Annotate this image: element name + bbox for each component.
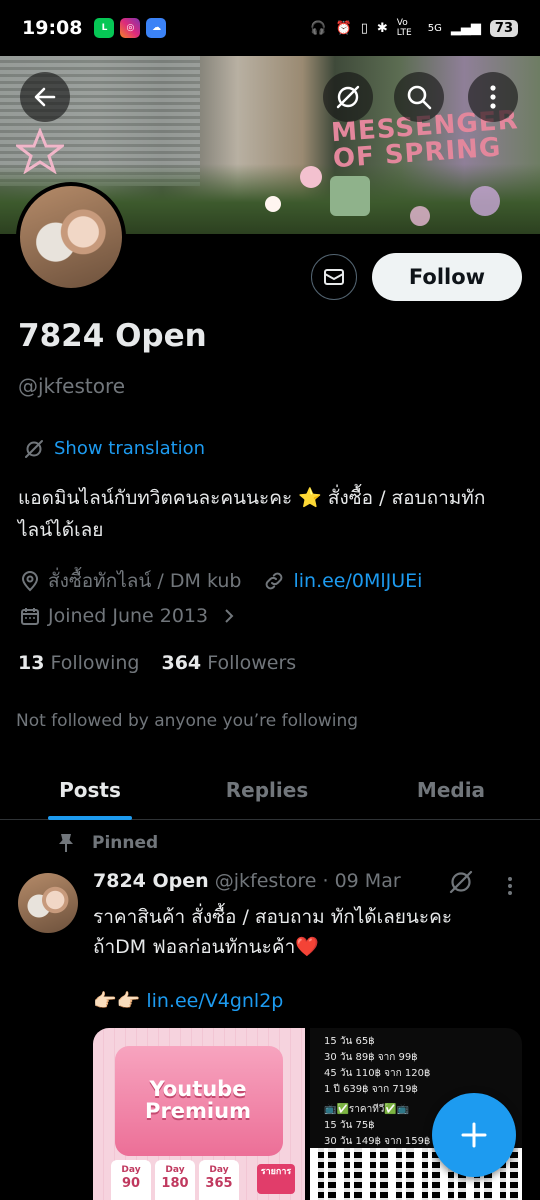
followers-count-link[interactable]: 364 Followers bbox=[161, 652, 296, 674]
envelope-icon bbox=[324, 269, 344, 285]
followers-count: 364 bbox=[161, 652, 202, 674]
profile-display-name: 7824 Open bbox=[18, 318, 207, 354]
status-app-icons: L ◎ ☁ bbox=[94, 18, 167, 38]
profile-handle: @jkfestore bbox=[18, 374, 126, 398]
post-link[interactable]: lin.ee/V4gnl2p bbox=[146, 990, 283, 1012]
following-label: Following bbox=[50, 652, 140, 674]
post-author-name[interactable]: 7824 Open bbox=[93, 870, 209, 892]
post-text: ราคาสินค้า สั่งซื้อ / สอบถาม ทักได้เลยนะ… bbox=[93, 902, 513, 962]
show-translation-link[interactable]: Show translation bbox=[24, 438, 205, 459]
more-vertical-icon bbox=[490, 85, 496, 109]
profile-joined-date: Joined June 2013 bbox=[48, 605, 209, 627]
status-time: 19:08 bbox=[22, 17, 83, 39]
plus-icon bbox=[461, 1122, 487, 1148]
search-icon bbox=[407, 85, 432, 110]
profile-tabs: Posts Replies Media bbox=[0, 760, 540, 820]
media-day-label: Day bbox=[209, 1165, 229, 1175]
post-separator: · bbox=[322, 870, 329, 892]
media-day-option: Day 180 bbox=[155, 1160, 195, 1200]
link-icon bbox=[266, 572, 283, 590]
post-more-icon[interactable] bbox=[507, 876, 513, 896]
line-app-icon: L bbox=[94, 18, 115, 38]
pricelist-line: 15 วัน 65฿ bbox=[324, 1036, 375, 1047]
alarm-icon: ⏰ bbox=[335, 20, 352, 36]
instagram-app-icon: ◎ bbox=[120, 18, 141, 38]
show-translation-label: Show translation bbox=[54, 438, 206, 459]
message-button[interactable] bbox=[311, 254, 357, 300]
media-day-label: Day bbox=[121, 1165, 141, 1175]
tab-replies[interactable]: Replies bbox=[222, 760, 312, 820]
media-day-option: Day 365 bbox=[199, 1160, 239, 1200]
not-followed-note: Not followed by anyone you’re following bbox=[16, 711, 359, 731]
volte-label: Vo LTE bbox=[396, 18, 412, 38]
profile-location: สั่งซื้อทักไลน์ / DM kub bbox=[48, 570, 242, 592]
pinned-label: Pinned bbox=[92, 833, 159, 853]
grok-button[interactable] bbox=[323, 72, 373, 122]
post-author-handle[interactable]: @jkfestore bbox=[215, 870, 317, 892]
vibrate-icon: ▯ bbox=[360, 20, 368, 36]
location-pin-icon bbox=[21, 571, 39, 592]
star-doodle-icon bbox=[16, 128, 64, 174]
post-date[interactable]: 09 Mar bbox=[335, 870, 401, 892]
tab-media[interactable]: Media bbox=[408, 760, 494, 820]
profile-avatar[interactable] bbox=[16, 182, 126, 292]
grok-icon[interactable] bbox=[448, 869, 474, 895]
calendar-icon bbox=[21, 608, 39, 625]
tab-posts[interactable]: Posts bbox=[48, 760, 132, 820]
media-day-label: Day bbox=[165, 1165, 185, 1175]
banner-flower bbox=[470, 186, 500, 216]
banner-flower bbox=[265, 196, 281, 212]
followers-label: Followers bbox=[207, 652, 297, 674]
media-day-options: Day 90 Day 180 Day 365 bbox=[111, 1160, 239, 1200]
follow-button[interactable]: Follow bbox=[372, 253, 522, 301]
post-text-line: ราคาสินค้า สั่งซื้อ / สอบถาม ทักได้เลยนะ… bbox=[93, 906, 453, 928]
post-link-row: 👉🏻👉🏻 lin.ee/V4gnl2p bbox=[93, 989, 283, 1013]
arrow-left-icon bbox=[34, 87, 56, 107]
back-button[interactable] bbox=[20, 72, 70, 122]
banner-flower bbox=[300, 166, 322, 188]
status-bar: 19:08 L ◎ ☁ 🎧 ⏰ ▯ ✱ Vo LTE 5G ▂▄▆ 73 bbox=[0, 0, 540, 56]
compose-button[interactable] bbox=[432, 1093, 516, 1177]
banner-flower bbox=[410, 206, 430, 226]
post-text-line: ถ้าDM ฟอลก่อนทักนะค้า❤️ bbox=[93, 936, 319, 958]
status-system-icons: 🎧 ⏰ ▯ ✱ Vo LTE 5G ▂▄▆ 73 bbox=[310, 18, 518, 38]
profile-bio: แอดมินไลน์กับทวิตคนละคนนะคะ ⭐ สั่งซื้อ /… bbox=[18, 487, 486, 541]
media-day-option: Day 90 bbox=[111, 1160, 151, 1200]
headphones-icon: 🎧 bbox=[310, 20, 327, 36]
profile-meta-row: สั่งซื้อทักไลน์ / DM kub lin.ee/0MlJUEi bbox=[20, 566, 422, 596]
media-day-value: 90 bbox=[121, 1176, 141, 1191]
grok-icon bbox=[336, 85, 360, 109]
media-promo-title: Youtube Premium bbox=[145, 1077, 251, 1123]
battery-indicator: 73 bbox=[489, 19, 518, 37]
post-media-youtube[interactable]: Youtube Premium Day 90 Day 180 Day 365 รายก… bbox=[93, 1028, 305, 1200]
more-button[interactable] bbox=[468, 72, 518, 122]
banner-mug bbox=[330, 176, 370, 216]
bluetooth-icon: ✱ bbox=[376, 20, 388, 36]
following-count-link[interactable]: 13 Following bbox=[18, 652, 139, 674]
pricelist-line: 45 วัน 110฿ จาก 120฿ bbox=[324, 1068, 431, 1079]
follow-counts: 13 Following 364 Followers bbox=[18, 652, 296, 674]
pointing-hands-emoji: 👉🏻👉🏻 bbox=[93, 990, 141, 1012]
weather-app-icon: ☁ bbox=[146, 18, 167, 38]
network-label: 5G bbox=[427, 22, 442, 34]
pricelist-line: 30 วัน 89฿ จาก 99฿ bbox=[324, 1052, 418, 1063]
post-header: 7824 Open @jkfestore · 09 Mar bbox=[93, 870, 401, 892]
profile-website-link[interactable]: lin.ee/0MlJUEi bbox=[293, 570, 422, 592]
search-button[interactable] bbox=[394, 72, 444, 122]
pinned-indicator: Pinned bbox=[58, 833, 158, 853]
profile-joined-row[interactable]: Joined June 2013 bbox=[20, 605, 236, 627]
media-day-value: 365 bbox=[205, 1176, 233, 1191]
grok-icon bbox=[25, 439, 43, 458]
media-day-value: 180 bbox=[161, 1176, 189, 1191]
post-author-avatar[interactable] bbox=[18, 873, 78, 933]
signal-icon: ▂▄▆ bbox=[450, 20, 481, 36]
pin-icon bbox=[59, 834, 73, 852]
following-count: 13 bbox=[18, 652, 45, 674]
media-ribbon: รายการ bbox=[257, 1164, 295, 1194]
chevron-right-icon bbox=[225, 609, 234, 623]
